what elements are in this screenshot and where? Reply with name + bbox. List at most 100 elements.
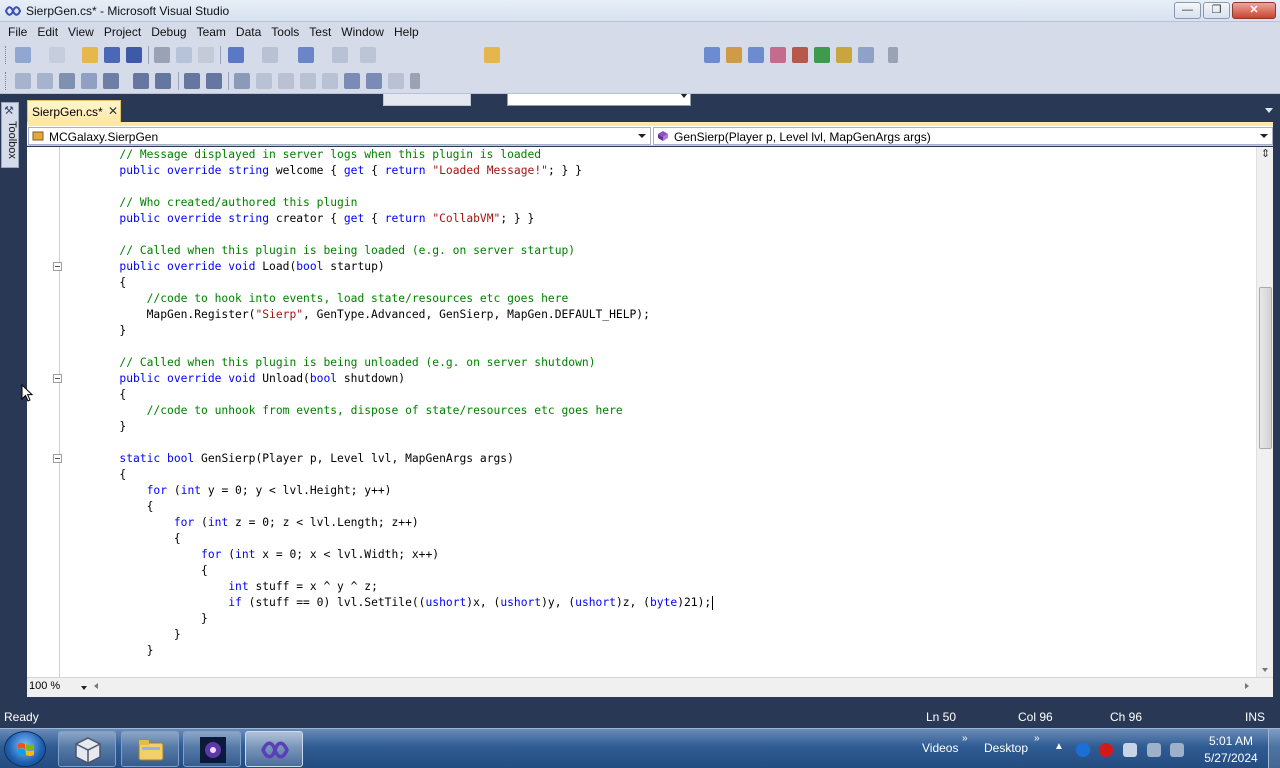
taskbar-item-virtualbox[interactable] [58, 731, 116, 767]
zoom-combo[interactable]: 100 % [29, 680, 87, 695]
toggle-bookmark-icon[interactable] [234, 73, 250, 89]
code-line[interactable]: } [65, 323, 126, 339]
start-debugging-icon[interactable] [360, 47, 376, 63]
object-browser-icon[interactable] [748, 47, 764, 63]
code-line[interactable]: //code to hook into events, load state/r… [65, 291, 569, 307]
show-hidden-icons-icon[interactable]: ▲ [1054, 741, 1064, 752]
code-line[interactable]: } [65, 611, 208, 627]
start-button[interactable] [4, 731, 46, 767]
paste-icon[interactable] [198, 47, 214, 63]
menu-window[interactable]: Window [336, 22, 389, 42]
tab-sierpgen-cs[interactable]: SierpGen.cs* ✕ [27, 100, 121, 122]
volume-icon[interactable] [1170, 743, 1184, 757]
code-line[interactable]: if (stuff == 0) lvl.SetTile((ushort)x, (… [65, 595, 711, 611]
clock-time[interactable]: 5:01 AM [1196, 734, 1266, 748]
network-icon[interactable] [1147, 743, 1161, 757]
code-line[interactable]: MapGen.Register("Sierp", GenType.Advance… [65, 307, 650, 323]
toolbar-options-icon[interactable] [888, 47, 898, 63]
previous-bookmark-in-folder-icon[interactable] [300, 73, 316, 89]
code-line[interactable]: } [65, 419, 126, 435]
scroll-right-icon[interactable] [1245, 683, 1249, 689]
next-bookmark-in-folder-icon[interactable] [322, 73, 338, 89]
menu-test[interactable]: Test [304, 22, 336, 42]
find-in-files-icon[interactable] [484, 47, 500, 63]
code-line[interactable]: { [65, 275, 126, 291]
menu-file[interactable]: File [3, 22, 32, 42]
code-line[interactable]: { [65, 499, 154, 515]
chevron-right-icon[interactable]: » [1034, 733, 1040, 744]
new-project-icon[interactable] [15, 47, 31, 63]
toolbar-desktop[interactable]: Desktop [984, 741, 1028, 755]
code-line[interactable]: // Called when this plugin is being unlo… [65, 355, 595, 371]
solution-explorer-icon[interactable] [704, 47, 720, 63]
restore-button[interactable]: ❐ [1203, 2, 1230, 19]
collapse-region-icon[interactable] [53, 454, 62, 463]
code-line[interactable]: { [65, 387, 126, 403]
code-line[interactable]: for (int y = 0; y < lvl.Height; y++) [65, 483, 392, 499]
show-desktop-button[interactable] [1268, 729, 1280, 768]
code-line[interactable]: for (int z = 0; z < lvl.Length; z++) [65, 515, 419, 531]
taskbar-item-visual-studio[interactable] [245, 731, 303, 767]
undo-icon[interactable] [228, 47, 244, 63]
menu-team[interactable]: Team [192, 22, 231, 42]
toolbar-grip[interactable] [5, 72, 8, 90]
extension-manager-icon[interactable] [836, 47, 852, 63]
code-line[interactable]: { [65, 467, 126, 483]
menu-data[interactable]: Data [231, 22, 266, 42]
previous-bookmark-icon[interactable] [256, 73, 272, 89]
scroll-left-icon[interactable] [94, 683, 98, 689]
code-line[interactable]: // Called when this plugin is being load… [65, 243, 575, 259]
save-icon[interactable] [104, 47, 120, 63]
scrollbar-thumb[interactable] [1259, 287, 1272, 449]
collapse-region-icon[interactable] [53, 374, 62, 383]
toolbox-tab[interactable]: ⚒ Toolbox [1, 102, 19, 168]
code-line[interactable]: static bool GenSierp(Player p, Level lvl… [65, 451, 514, 467]
chevron-right-icon[interactable]: » [962, 733, 968, 744]
open-file-icon[interactable] [82, 47, 98, 63]
previous-bookmark-in-document-icon[interactable] [344, 73, 360, 89]
code-line[interactable]: // Message displayed in server logs when… [65, 147, 541, 163]
clock-date[interactable]: 5/27/2024 [1196, 751, 1266, 765]
command-window-icon[interactable] [858, 47, 874, 63]
code-line[interactable]: } [65, 643, 154, 659]
navigate-forward-icon[interactable] [332, 47, 348, 63]
code-line[interactable]: public override void Load(bool startup) [65, 259, 384, 275]
properties-icon[interactable] [726, 47, 742, 63]
code-line[interactable]: { [65, 563, 208, 579]
add-item-icon[interactable] [49, 47, 65, 63]
code-line[interactable]: //code to unhook from events, dispose of… [65, 403, 623, 419]
object-members-icon[interactable] [15, 73, 31, 89]
code-editor[interactable]: // Message displayed in server logs when… [27, 147, 1273, 677]
next-bookmark-in-document-icon[interactable] [366, 73, 382, 89]
decrease-indent-icon[interactable] [133, 73, 149, 89]
network-tray-icon[interactable] [1076, 743, 1090, 757]
tools-icon[interactable] [792, 47, 808, 63]
collapse-region-icon[interactable] [53, 262, 62, 271]
code-line[interactable]: public override void Unload(bool shutdow… [65, 371, 405, 387]
redo-icon[interactable] [262, 47, 278, 63]
types-combo[interactable]: MCGalaxy.SierpGen [28, 127, 651, 145]
close-button[interactable]: ✕ [1232, 2, 1276, 19]
taskbar-item-explorer[interactable] [121, 731, 179, 767]
menu-edit[interactable]: Edit [32, 22, 63, 42]
members-combo[interactable]: GenSierp(Player p, Level lvl, MapGenArgs… [653, 127, 1273, 145]
word-completion-icon[interactable] [81, 73, 97, 89]
code-line[interactable]: public override string welcome { get { r… [65, 163, 582, 179]
menu-help[interactable]: Help [389, 22, 424, 42]
navigate-backward-icon[interactable] [298, 47, 314, 63]
save-all-icon[interactable] [126, 47, 142, 63]
close-icon[interactable]: ✕ [108, 104, 118, 118]
record-tray-icon[interactable] [1099, 743, 1113, 757]
taskbar-item-media-center[interactable] [183, 731, 241, 767]
code-line[interactable]: for (int x = 0; x < lvl.Width; x++) [65, 547, 439, 563]
splitter-icon[interactable]: ⇕ [1260, 148, 1271, 162]
toolbox-icon[interactable] [770, 47, 786, 63]
menu-tools[interactable]: Tools [266, 22, 304, 42]
parameter-info-icon[interactable] [37, 73, 53, 89]
code-line[interactable]: } [65, 627, 181, 643]
toolbar-videos[interactable]: Videos [922, 741, 958, 755]
copy-icon[interactable] [176, 47, 192, 63]
toolbar-grip[interactable] [5, 46, 8, 64]
uncomment-icon[interactable] [206, 73, 222, 89]
increase-indent-icon[interactable] [155, 73, 171, 89]
